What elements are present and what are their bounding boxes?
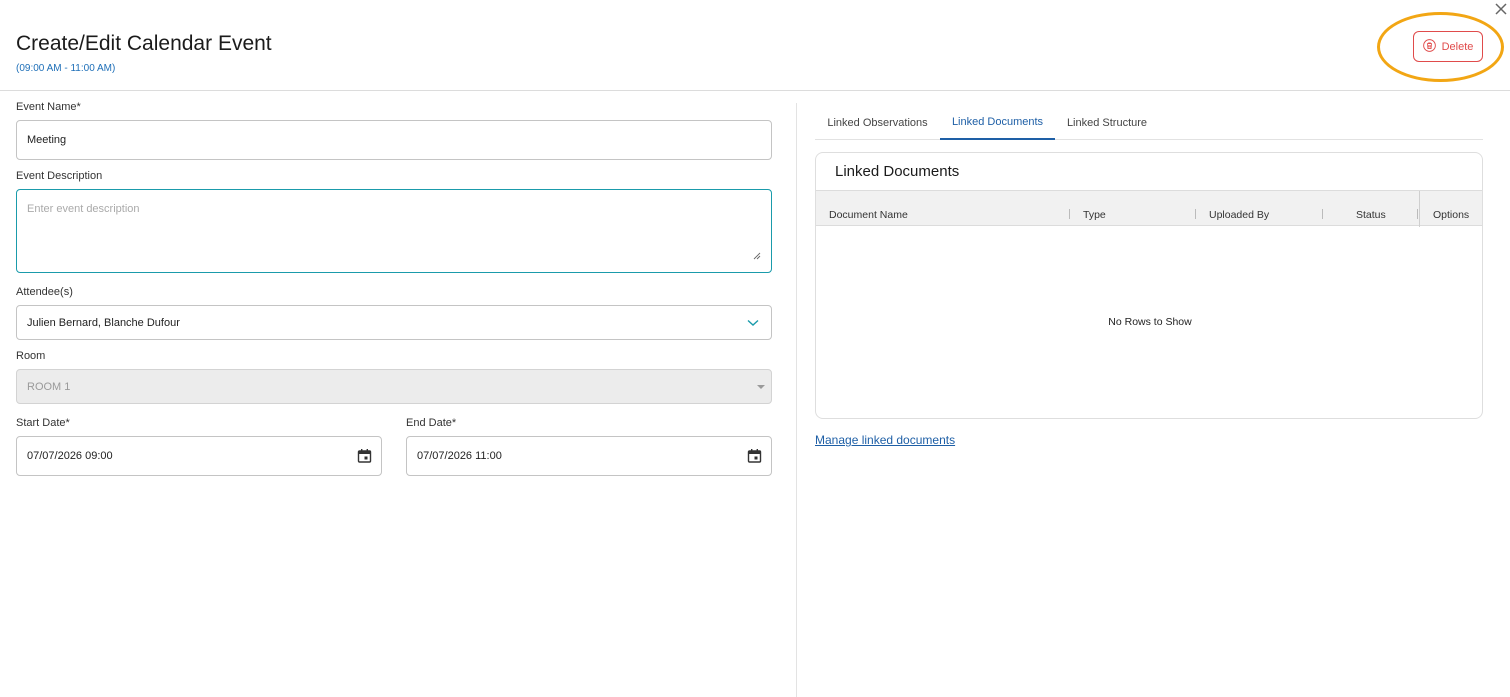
- empty-grid-message: No Rows to Show: [1108, 316, 1192, 328]
- close-icon[interactable]: [1494, 2, 1508, 16]
- column-header-type[interactable]: Type: [1083, 209, 1106, 221]
- event-name-label: Event Name*: [16, 101, 81, 113]
- column-resize-handle[interactable]: [1195, 209, 1196, 219]
- manage-linked-documents-link[interactable]: Manage linked documents: [815, 433, 955, 447]
- caret-down-icon: [757, 385, 765, 389]
- calendar-icon[interactable]: [747, 449, 762, 464]
- tab-linked-structure[interactable]: Linked Structure: [1055, 106, 1159, 140]
- event-name-value: Meeting: [27, 134, 67, 146]
- header-divider: [0, 90, 1510, 91]
- end-date-label: End Date*: [406, 417, 457, 429]
- start-date-value: 07/07/2026 09:00: [27, 450, 113, 462]
- column-resize-handle[interactable]: [1417, 209, 1418, 219]
- column-resize-handle[interactable]: [1069, 209, 1070, 219]
- event-time-range: (09:00 AM - 11:00 AM): [16, 63, 116, 74]
- end-date-value: 07/07/2026 11:00: [417, 450, 502, 462]
- linked-documents-title: Linked Documents: [835, 163, 960, 180]
- column-header-uploaded-by[interactable]: Uploaded By: [1209, 209, 1269, 221]
- tab-linked-documents[interactable]: Linked Documents: [940, 106, 1055, 140]
- trash-icon: [1422, 38, 1436, 55]
- attendees-select[interactable]: Julien Bernard, Blanche Dufour: [16, 305, 772, 340]
- column-resize-handle[interactable]: [1322, 209, 1323, 219]
- linked-items-tabs: Linked Observations Linked Documents Lin…: [815, 106, 1483, 140]
- room-label: Room: [16, 350, 46, 362]
- event-description-label: Event Description: [16, 170, 103, 182]
- linked-documents-panel: Linked Documents Document Name Type Uplo…: [815, 152, 1483, 419]
- resize-handle-icon[interactable]: [753, 252, 761, 260]
- attendees-label: Attendee(s): [16, 286, 73, 298]
- room-value: ROOM 1: [27, 380, 71, 393]
- room-select: ROOM 1: [16, 369, 772, 404]
- start-date-label: Start Date*: [16, 417, 70, 429]
- end-date-input[interactable]: 07/07/2026 11:00: [406, 436, 772, 476]
- delete-button-label: Delete: [1441, 40, 1474, 53]
- column-header-document-name[interactable]: Document Name: [829, 209, 908, 221]
- start-date-input[interactable]: 07/07/2026 09:00: [16, 436, 382, 476]
- chevron-down-icon: [747, 319, 759, 326]
- documents-grid-header: Document Name Type Uploaded By Status Op…: [816, 190, 1482, 227]
- column-header-status[interactable]: Status: [1356, 209, 1386, 221]
- calendar-icon[interactable]: [357, 449, 372, 464]
- event-name-input[interactable]: Meeting: [16, 120, 772, 160]
- event-description-placeholder: Enter event description: [27, 203, 140, 215]
- column-divider: [796, 103, 797, 697]
- attendees-value: Julien Bernard, Blanche Dufour: [27, 316, 180, 329]
- event-description-textarea[interactable]: Enter event description: [16, 189, 772, 273]
- pinned-column-divider: [1419, 191, 1420, 227]
- page-title: Create/Edit Calendar Event: [16, 32, 272, 55]
- tab-linked-observations[interactable]: Linked Observations: [815, 106, 940, 140]
- column-header-options[interactable]: Options: [1433, 209, 1469, 221]
- delete-button[interactable]: Delete: [1413, 31, 1483, 62]
